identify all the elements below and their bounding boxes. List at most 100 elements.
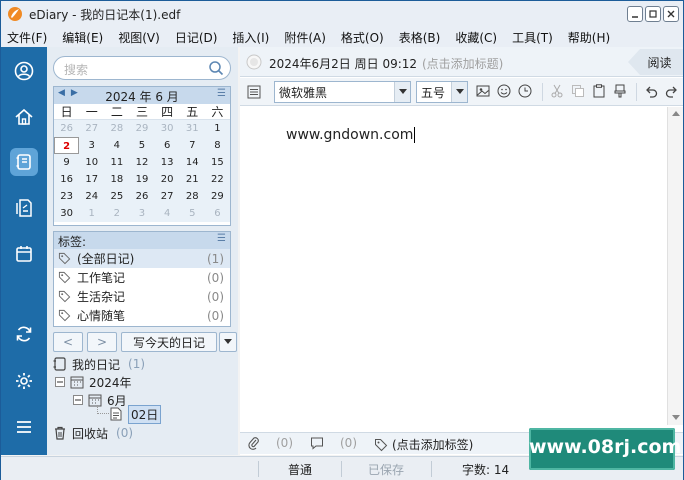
tree-year[interactable]: 2024年: [55, 373, 132, 391]
undo-icon[interactable]: [644, 84, 658, 98]
font-size-select[interactable]: 五号: [416, 81, 468, 103]
next-entry-button[interactable]: >: [87, 332, 117, 352]
calendar-day[interactable]: 4: [104, 137, 129, 154]
font-select[interactable]: 微软雅黑: [274, 81, 411, 103]
calendar-day[interactable]: 14: [180, 154, 205, 171]
scroll-down-icon[interactable]: [672, 415, 680, 421]
diary-button[interactable]: [10, 148, 38, 176]
calendar-day[interactable]: 25: [104, 188, 129, 205]
calendar-day[interactable]: 10: [79, 154, 104, 171]
read-button[interactable]: 阅读: [628, 49, 683, 75]
insert-image-icon[interactable]: [476, 84, 490, 98]
calendar-day[interactable]: 1: [205, 120, 230, 137]
menu-help[interactable]: 帮助(H): [568, 29, 610, 46]
calendar-day[interactable]: 23: [54, 188, 79, 205]
write-today-dropdown[interactable]: [219, 332, 237, 352]
calendar-day[interactable]: 26: [129, 188, 154, 205]
redo-icon[interactable]: [665, 84, 679, 98]
calendar-day[interactable]: 28: [180, 188, 205, 205]
calendar-menu-icon[interactable]: ☰: [217, 88, 226, 99]
menu-insert[interactable]: 插入(I): [232, 29, 269, 46]
calendar-day[interactable]: 19: [129, 171, 154, 188]
menu-table[interactable]: 表格(B): [399, 29, 441, 46]
format-painter-icon[interactable]: [613, 84, 627, 98]
calendar-day[interactable]: 5: [180, 205, 205, 222]
calendar-day[interactable]: 1: [79, 205, 104, 222]
entry-title-field[interactable]: (点击添加标题): [422, 55, 503, 72]
calendar-day[interactable]: 30: [155, 120, 180, 137]
tree-root[interactable]: 我的日记 (1): [53, 355, 145, 373]
calendar-day[interactable]: 4: [155, 205, 180, 222]
collapse-icon[interactable]: [73, 395, 83, 405]
calendar-day[interactable]: 9: [54, 154, 79, 171]
menu-file[interactable]: 文件(F): [7, 29, 47, 46]
weather-icon[interactable]: [246, 54, 262, 70]
calendar-day[interactable]: 29: [205, 188, 230, 205]
calendar-day[interactable]: 11: [104, 154, 129, 171]
calendar-day[interactable]: 17: [79, 171, 104, 188]
main-menu-button[interactable]: [10, 413, 38, 441]
attachments-button[interactable]: (0): [248, 436, 293, 450]
editor-scrollbar[interactable]: [667, 107, 683, 425]
home-button[interactable]: [10, 103, 38, 131]
calendar-day[interactable]: 21: [180, 171, 205, 188]
sync-button[interactable]: [10, 320, 38, 348]
write-today-button[interactable]: 写今天的日记: [121, 332, 217, 352]
paste-icon[interactable]: [592, 84, 606, 98]
calendar-day[interactable]: 24: [79, 188, 104, 205]
prev-entry-button[interactable]: <: [53, 332, 83, 352]
calendar-day[interactable]: 7: [180, 137, 205, 154]
tree-day[interactable]: 02日: [109, 404, 162, 424]
calendar-day[interactable]: 15: [205, 154, 230, 171]
menu-format[interactable]: 格式(O): [341, 29, 384, 46]
tag-item[interactable]: 心情随笔 (0): [54, 306, 230, 325]
menu-view[interactable]: 视图(V): [118, 29, 160, 46]
tag-item[interactable]: (全部日记) (1): [54, 249, 230, 268]
calendar-day[interactable]: 8: [205, 137, 230, 154]
calendar-day[interactable]: 6: [155, 137, 180, 154]
tree-trash[interactable]: 回收站 (0): [53, 424, 133, 442]
calendar-day[interactable]: 28: [104, 120, 129, 137]
calendar-day[interactable]: 5: [129, 137, 154, 154]
emoji-icon[interactable]: [497, 84, 511, 98]
calendar-day[interactable]: 2: [104, 205, 129, 222]
user-button[interactable]: [10, 57, 38, 85]
calendar-day[interactable]: 20: [155, 171, 180, 188]
tags-menu-icon[interactable]: ☰: [217, 233, 226, 244]
calendar-day[interactable]: 18: [104, 171, 129, 188]
tag-item[interactable]: 工作笔记 (0): [54, 268, 230, 287]
maximize-button[interactable]: [645, 6, 661, 22]
add-tag-button[interactable]: (点击添加标签): [374, 436, 473, 453]
calendar-day[interactable]: 12: [129, 154, 154, 171]
menu-edit[interactable]: 编辑(E): [62, 29, 103, 46]
font-dropdown-arrow[interactable]: [394, 82, 410, 102]
calendar-day[interactable]: 3: [79, 137, 104, 154]
close-button[interactable]: [663, 6, 679, 22]
calendar-day[interactable]: 26: [54, 120, 79, 137]
minimize-button[interactable]: [627, 6, 643, 22]
comments-button[interactable]: (0): [310, 436, 357, 450]
calendar-day[interactable]: 3: [129, 205, 154, 222]
calendar-day[interactable]: 30: [54, 205, 79, 222]
menu-favorites[interactable]: 收藏(C): [455, 29, 497, 46]
size-dropdown-arrow[interactable]: [451, 82, 467, 102]
calendar-day[interactable]: 31: [180, 120, 205, 137]
notes-button[interactable]: [10, 194, 38, 222]
calendar-day[interactable]: 22: [205, 171, 230, 188]
calendar-day[interactable]: 13: [155, 154, 180, 171]
copy-icon[interactable]: [571, 84, 585, 98]
calendar-day[interactable]: 29: [129, 120, 154, 137]
calendar-day[interactable]: 27: [155, 188, 180, 205]
tag-item[interactable]: 生活杂记 (0): [54, 287, 230, 306]
menu-diary[interactable]: 日记(D): [175, 29, 218, 46]
calendar-day[interactable]: 27: [79, 120, 104, 137]
calendar-day[interactable]: 16: [54, 171, 79, 188]
scroll-up-icon[interactable]: [672, 111, 680, 117]
calendar-button[interactable]: [10, 240, 38, 268]
menu-attachment[interactable]: 附件(A): [284, 29, 326, 46]
clock-icon[interactable]: [518, 84, 532, 98]
settings-button[interactable]: [10, 367, 38, 395]
editor-content[interactable]: www.gndown.com: [286, 127, 416, 143]
collapse-icon[interactable]: [55, 377, 65, 387]
diary-editor[interactable]: www.gndown.com: [240, 107, 667, 425]
